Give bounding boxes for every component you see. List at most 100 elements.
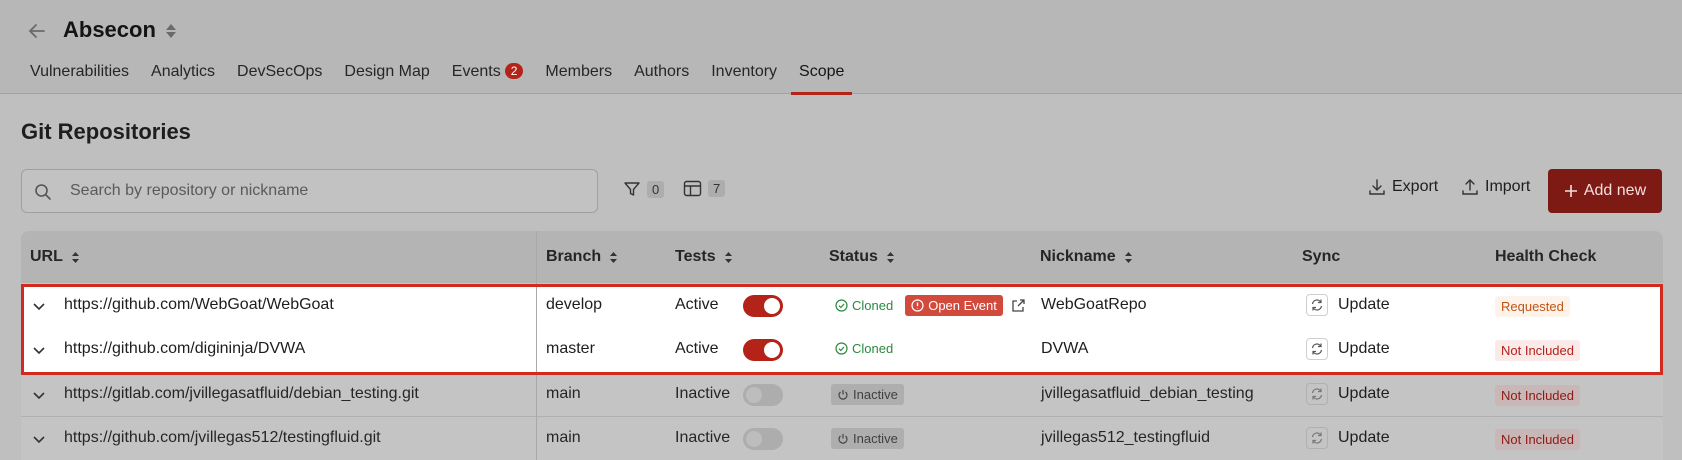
repo-tests: Active xyxy=(675,296,719,313)
status-badge: Inactive xyxy=(831,384,904,405)
status-badge: Inactive xyxy=(831,428,904,449)
tab-vulnerabilities[interactable]: Vulnerabilities xyxy=(30,56,129,94)
repo-nickname: jvillegas512_testingfluid xyxy=(1041,429,1210,446)
repo-branch: main xyxy=(546,429,581,446)
repo-nickname: jvillegasatfluid_debian_testing xyxy=(1041,385,1254,402)
tests-toggle[interactable] xyxy=(743,295,783,317)
column-header-nickname[interactable]: Nickname xyxy=(1040,248,1133,266)
project-title: Absecon xyxy=(63,17,156,42)
tests-toggle[interactable] xyxy=(743,428,783,450)
table-row[interactable]: https://github.com/digininja/DVWA master… xyxy=(21,328,1663,372)
filter-button[interactable]: 0 xyxy=(623,180,665,198)
status-badge: Cloned xyxy=(831,339,897,358)
table-row[interactable]: https://github.com/jvillegas512/testingf… xyxy=(21,416,1663,460)
refresh-icon xyxy=(1311,432,1323,444)
repo-url[interactable]: https://github.com/WebGoat/WebGoat xyxy=(64,296,334,314)
repo-nickname: WebGoatRepo xyxy=(1041,296,1147,313)
columns-button[interactable]: 7 xyxy=(683,180,726,197)
sync-update-button[interactable]: Update xyxy=(1306,338,1390,360)
repo-url[interactable]: https://github.com/jvillegas512/testingf… xyxy=(64,429,381,447)
refresh-icon xyxy=(1311,299,1323,311)
repo-branch: main xyxy=(546,385,581,402)
section-title: Git Repositories xyxy=(21,119,191,144)
repositories-table: URL Branch Tests Status Nickname Sync He… xyxy=(21,231,1663,460)
chevron-down-icon[interactable] xyxy=(31,342,47,358)
tab-events[interactable]: Events 2 xyxy=(452,56,524,94)
repo-tests: Inactive xyxy=(675,385,731,402)
export-button[interactable]: Export xyxy=(1368,178,1438,196)
table-header: URL Branch Tests Status Nickname Sync He… xyxy=(21,231,1663,283)
repo-tests: Inactive xyxy=(675,429,731,446)
status-badge: Cloned xyxy=(831,296,897,315)
check-circle-icon xyxy=(835,299,848,312)
tests-toggle[interactable] xyxy=(743,384,783,406)
chevron-down-icon[interactable] xyxy=(31,387,47,403)
columns-count: 7 xyxy=(708,180,726,197)
tab-bar: Vulnerabilities Analytics DevSecOps Desi… xyxy=(30,56,866,95)
repo-status: Cloned Open Event xyxy=(831,295,1026,316)
sync-update-button[interactable]: Update xyxy=(1306,294,1390,316)
column-header-health-check: Health Check xyxy=(1495,248,1597,265)
sync-update-button[interactable]: Update xyxy=(1306,383,1390,405)
check-circle-icon xyxy=(835,342,848,355)
project-header: Absecon Vulnerabilities Analytics DevSec… xyxy=(0,0,1682,95)
filter-icon xyxy=(624,182,640,196)
health-check-badge: Not Included xyxy=(1495,385,1580,406)
external-link-icon[interactable] xyxy=(1011,298,1026,313)
sort-icon xyxy=(610,251,618,263)
repo-tests: Active xyxy=(675,340,719,357)
sort-icon xyxy=(71,251,79,263)
search-box xyxy=(21,169,598,213)
table-row[interactable]: https://github.com/WebGoat/WebGoat devel… xyxy=(21,284,1663,328)
health-check-badge: Requested xyxy=(1495,296,1570,317)
tab-authors[interactable]: Authors xyxy=(634,56,689,94)
column-divider xyxy=(536,231,537,460)
sync-update-button[interactable]: Update xyxy=(1306,427,1390,449)
sort-icon xyxy=(724,251,732,263)
tab-devsecops[interactable]: DevSecOps xyxy=(237,56,322,94)
column-header-sync: Sync xyxy=(1302,248,1341,265)
chevron-down-icon[interactable] xyxy=(31,298,47,314)
tab-inventory[interactable]: Inventory xyxy=(711,56,777,94)
columns-icon xyxy=(683,180,702,197)
events-count-badge: 2 xyxy=(504,63,524,79)
sort-icon xyxy=(886,251,894,263)
repo-url[interactable]: https://gitlab.com/jvillegasatfluid/debi… xyxy=(64,385,419,403)
tab-analytics[interactable]: Analytics xyxy=(151,56,215,94)
health-check-badge: Not Included xyxy=(1495,340,1580,361)
import-button[interactable]: Import xyxy=(1461,178,1530,196)
import-icon xyxy=(1462,179,1478,195)
project-switcher-icon[interactable] xyxy=(164,22,178,40)
chevron-down-icon[interactable] xyxy=(31,431,47,447)
open-event-badge[interactable]: Open Event xyxy=(905,295,1003,316)
filter-count: 0 xyxy=(647,180,665,198)
repo-branch: master xyxy=(546,340,595,357)
repo-status: Cloned xyxy=(831,339,897,358)
table-row[interactable]: https://gitlab.com/jvillegasatfluid/debi… xyxy=(21,372,1663,416)
alert-circle-icon xyxy=(911,299,924,312)
plus-icon xyxy=(1564,185,1577,197)
power-icon xyxy=(838,389,848,400)
column-header-status[interactable]: Status xyxy=(829,248,895,266)
column-header-tests[interactable]: Tests xyxy=(675,248,733,266)
back-arrow-icon[interactable] xyxy=(26,20,48,42)
search-icon xyxy=(35,184,51,200)
tab-design-map[interactable]: Design Map xyxy=(344,56,429,94)
sort-icon xyxy=(1124,251,1132,263)
search-input[interactable] xyxy=(70,180,570,202)
repo-url[interactable]: https://github.com/digininja/DVWA xyxy=(64,340,305,358)
health-check-badge: Not Included xyxy=(1495,429,1580,450)
repo-branch: develop xyxy=(546,296,603,313)
add-new-button[interactable]: Add new xyxy=(1548,169,1662,213)
tab-members[interactable]: Members xyxy=(545,56,612,94)
column-header-branch[interactable]: Branch xyxy=(546,248,618,266)
column-header-url[interactable]: URL xyxy=(30,248,80,266)
power-icon xyxy=(838,433,848,444)
refresh-icon xyxy=(1311,343,1323,355)
refresh-icon xyxy=(1311,388,1323,400)
tests-toggle[interactable] xyxy=(743,339,783,361)
repo-nickname: DVWA xyxy=(1041,340,1089,357)
tab-scope[interactable]: Scope xyxy=(790,56,853,95)
repo-status: Inactive xyxy=(831,428,904,449)
export-icon xyxy=(1369,179,1385,195)
